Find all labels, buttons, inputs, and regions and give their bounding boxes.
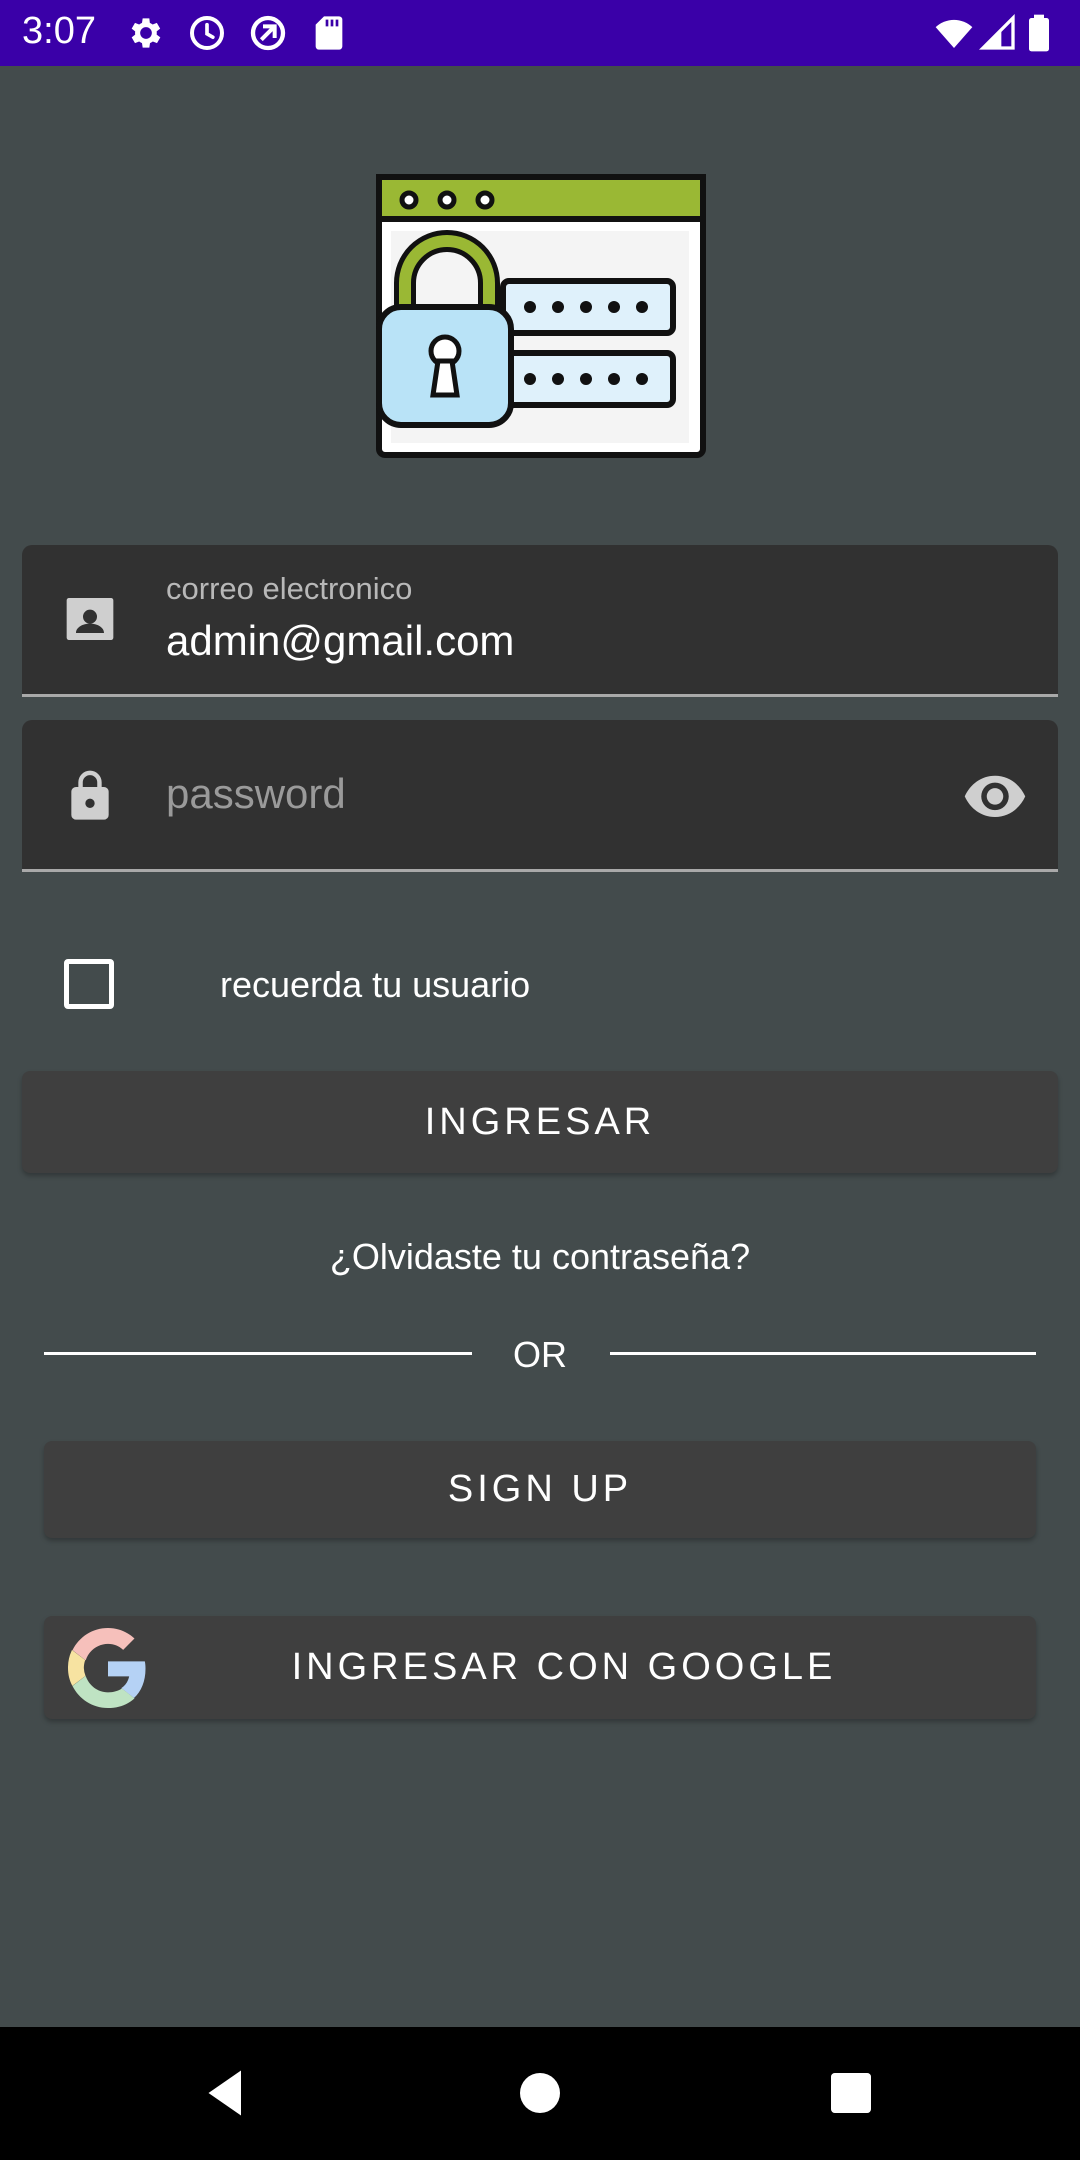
remember-label[interactable]: recuerda tu usuario [220,964,530,1006]
recents-icon[interactable] [821,2063,881,2123]
secure-login-illustration-icon [375,173,707,459]
signup-button-label: SIGN UP [447,1468,633,1510]
eye-icon[interactable] [962,762,1028,828]
back-icon[interactable] [196,2063,256,2123]
home-icon[interactable] [510,2063,570,2123]
email-field-value[interactable]: admin@gmail.com [166,617,514,665]
divider-line-right [610,1352,1036,1355]
login-button-label: INGRESAR [424,1100,656,1143]
signup-button[interactable]: SIGN UP [44,1441,1036,1538]
status-time: 3:07 [22,10,96,52]
lock-icon [62,766,118,822]
google-signin-button[interactable]: INGRESAR CON GOOGLE [44,1616,1036,1719]
wifi-icon [934,13,974,53]
status-bar: 3:07 [0,0,1080,66]
gear-icon [126,13,166,53]
password-field[interactable]: password [22,720,1058,872]
or-divider-text: OR [513,1334,567,1375]
email-field-label: correo electronico [166,571,413,606]
login-button[interactable]: INGRESAR [22,1071,1058,1173]
cellular-signal-icon [978,13,1018,53]
forgot-password-link[interactable]: ¿Olvidaste tu contraseña? [0,1236,1080,1278]
data-saver-icon [248,13,288,53]
sd-card-icon [309,13,349,53]
remember-checkbox[interactable] [64,959,114,1009]
contact-card-icon [62,591,118,647]
password-placeholder[interactable]: password [166,770,346,818]
navigation-bar [0,2027,1080,2160]
alarm-clock-icon [187,13,227,53]
google-button-label: INGRESAR CON GOOGLE [291,1646,837,1688]
email-field[interactable]: correo electronico admin@gmail.com [22,545,1058,697]
battery-icon [1024,13,1054,53]
